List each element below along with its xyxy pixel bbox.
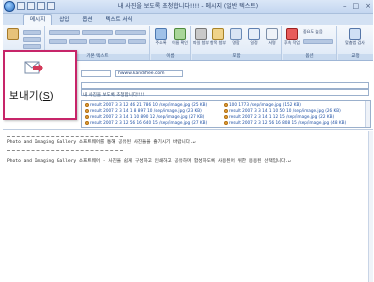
attachment-item[interactable]: result 2007 3 3 14 1 10 50 10 /sep/image… (224, 108, 341, 113)
business-card-icon (230, 28, 242, 40)
image-file-icon (224, 102, 228, 107)
outlook-message-window: 내 사진을 보도록 초청합니다!!!! - 메시지 (일반 텍스트) – □ ×… (3, 0, 373, 282)
align-button[interactable] (108, 38, 127, 44)
address-book-button[interactable]: 주소록 (153, 28, 169, 50)
format-painter-button[interactable] (23, 43, 41, 49)
send-button-label: 보내기(S) (9, 90, 54, 102)
calendar-icon (248, 28, 260, 40)
image-file-icon (85, 108, 89, 113)
check-names-icon (174, 28, 186, 40)
address-book-icon (155, 28, 167, 40)
high-importance-label[interactable]: 중요도 높음 (303, 29, 323, 35)
image-file-icon (85, 102, 89, 107)
group-label-names: 이름 (151, 54, 190, 60)
body-line-1: Photo and Imaging Gallery 소프트웨어를 통해 공유된 … (7, 140, 196, 145)
attachment-scrollbar[interactable] (365, 101, 370, 127)
attachment-list[interactable]: result 2007 3 3 12 46 21 786 10 /sep/ima… (81, 100, 371, 128)
group-options: 후속 작업 중요도 높음 옵션 (283, 26, 337, 60)
paperclip-icon (195, 28, 207, 40)
minimize-button[interactable]: – (343, 2, 347, 10)
group-label-proofing: 교정 (338, 54, 373, 60)
image-file-icon (224, 108, 228, 113)
attach-item-button[interactable]: 항목 첨부 (210, 28, 226, 50)
group-proofing: 맞춤법 검사 교정 (338, 26, 373, 60)
check-names-button[interactable]: 이름 확인 (172, 28, 188, 50)
envelope-icon (212, 28, 224, 40)
paste-icon (7, 28, 19, 40)
close-button[interactable]: × (365, 2, 371, 10)
font-box[interactable] (49, 29, 80, 35)
attach-file-button[interactable]: 파일 첨부 (193, 28, 209, 50)
send-envelope-icon (24, 61, 43, 74)
group-names: 주소록 이름 확인 이름 (151, 26, 191, 60)
calendar-button[interactable]: 일정 (246, 28, 262, 50)
image-file-icon (85, 114, 89, 119)
signature-button[interactable]: 서명 (264, 28, 280, 50)
signature-icon (266, 28, 278, 40)
tab-insert[interactable]: 삽입 (53, 15, 75, 25)
attachment-item[interactable]: result 2007 2 3 12 56 16 808 15 /sep/ima… (224, 120, 346, 125)
business-card-button[interactable]: 명함 (228, 28, 244, 50)
underline-button[interactable] (88, 38, 107, 44)
title-bar: 내 사진을 보도록 초청합니다!!!! - 메시지 (일반 텍스트) – □ × (3, 0, 373, 14)
indent-button[interactable] (128, 38, 146, 44)
window-title: 내 사진을 보도록 초청합니다!!!! - 메시지 (일반 텍스트) (117, 3, 259, 10)
cut-button[interactable] (23, 29, 41, 35)
from-field[interactable]: hwww.kandifiee.com (115, 69, 183, 77)
image-file-icon (224, 120, 228, 125)
attachment-item[interactable]: result 2007 2 3 14 1 10 890 12 /sep/imag… (85, 114, 204, 119)
low-importance-button[interactable] (303, 38, 333, 44)
attachment-item[interactable]: result 2007 2 3 14 1 8 897 10 /sep/image… (85, 108, 202, 113)
send-button-callout[interactable]: 보내기(S) (3, 50, 77, 120)
attachment-item[interactable]: result 2007 2 3 14 1 12 15 /sep/image.jp… (224, 114, 334, 119)
group-label-options: 옵션 (283, 54, 336, 60)
bullets-button[interactable] (115, 29, 146, 35)
message-body[interactable]: Photo and Imaging Gallery 소프트웨어를 통해 공유된 … (3, 131, 373, 282)
italic-button[interactable] (68, 38, 87, 44)
flag-icon (286, 28, 298, 40)
separator-line (7, 150, 123, 151)
font-size-box[interactable] (82, 29, 113, 35)
group-label-include: 포함 (192, 54, 281, 60)
bold-button[interactable] (49, 38, 67, 44)
subject-field[interactable]: 내 사진을 보도록 초청합니다!!!! (83, 93, 144, 99)
attachment-item[interactable]: 100 1773 /sep/image.jpg (152 KB) (224, 102, 301, 107)
attachment-item[interactable]: result 2007 2 3 12 56 16 640 15 /sep/ima… (85, 120, 207, 125)
tab-options[interactable]: 옵션 (76, 15, 98, 25)
attachment-item[interactable]: result 2007 3 3 12 46 21 786 10 /sep/ima… (85, 102, 207, 107)
spellcheck-icon (349, 28, 361, 40)
ribbon-tabs: 메시지 삽입 옵션 텍스트 서식 (3, 14, 373, 25)
from-dropdown[interactable] (81, 69, 111, 77)
tab-message[interactable]: 메시지 (23, 14, 53, 25)
body-line-2: Photo and Imaging Gallery 소프트웨어 - 사진을 쉽게… (7, 159, 291, 164)
image-file-icon (85, 120, 89, 125)
tab-format-text[interactable]: 텍스트 서식 (99, 15, 138, 25)
paste-button[interactable] (5, 28, 21, 50)
separator-line (7, 136, 123, 137)
body-scrollbar[interactable] (368, 131, 373, 282)
follow-up-button[interactable]: 후속 작업 (284, 28, 300, 50)
group-include: 파일 첨부 항목 첨부 명함 일정 서명 포함 (192, 26, 282, 60)
window-controls: – □ × (343, 2, 371, 10)
maximize-button[interactable]: □ (353, 2, 360, 10)
copy-button[interactable] (23, 36, 41, 42)
spelling-button[interactable]: 맞춤법 검사 (345, 28, 365, 50)
image-file-icon (224, 114, 228, 119)
